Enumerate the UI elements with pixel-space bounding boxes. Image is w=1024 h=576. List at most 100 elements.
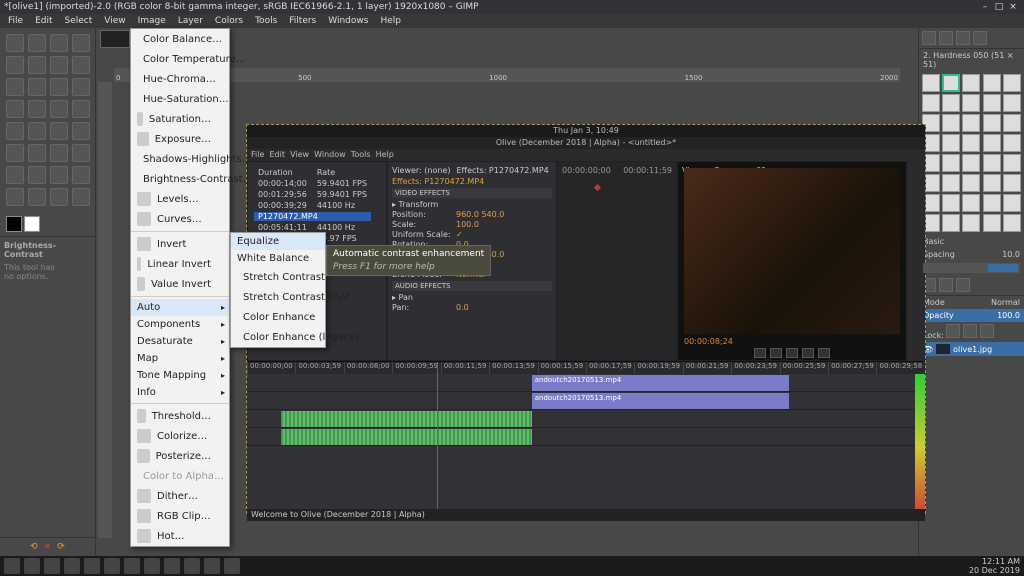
image-tab-thumb[interactable] [100, 30, 130, 48]
go-start-icon[interactable] [754, 348, 766, 358]
tool-color-picker[interactable] [28, 78, 46, 96]
menu-windows[interactable]: Windows [322, 16, 374, 26]
taskbar-app-icon[interactable] [104, 558, 120, 574]
tool-foreground[interactable] [72, 56, 90, 74]
patterns-tab-icon[interactable] [939, 31, 953, 45]
brush[interactable] [983, 114, 1001, 132]
menu-colors[interactable]: Colors [209, 16, 249, 26]
brush[interactable] [922, 74, 940, 92]
brush[interactable] [942, 194, 960, 212]
olive-timeline[interactable]: 00:00:00;0000:00:03;5900:00:08;0000:00:0… [247, 361, 925, 521]
menu-item-color-enhance[interactable]: Color Enhance [231, 307, 325, 327]
brush[interactable] [962, 94, 980, 112]
tool-text[interactable] [6, 144, 24, 162]
olive-menu-view[interactable]: View [290, 150, 309, 159]
tool-heal[interactable] [28, 188, 46, 206]
olive-menu-help[interactable]: Help [376, 150, 394, 159]
tool-eraser[interactable] [28, 166, 46, 184]
tool-scale[interactable] [50, 100, 68, 118]
brush[interactable] [962, 114, 980, 132]
brush[interactable] [983, 134, 1001, 152]
menu-item-exposure[interactable]: Exposure… [131, 129, 229, 149]
brush[interactable] [1003, 154, 1021, 172]
taskbar-app-icon[interactable] [64, 558, 80, 574]
menu-item-components[interactable]: Components▸ [131, 316, 229, 333]
app-menubar[interactable]: File Edit Select View Image Layer Colors… [0, 14, 1024, 28]
brush[interactable] [942, 134, 960, 152]
menu-item-shadows-highlights[interactable]: Shadows-Highlights… [131, 149, 229, 169]
olive-menu-tools[interactable]: Tools [351, 150, 371, 159]
menu-item-color-balance[interactable]: Color Balance… [131, 29, 229, 49]
taskbar-app-icon[interactable] [224, 558, 240, 574]
taskbar-app-icon[interactable] [44, 558, 60, 574]
brush[interactable] [962, 134, 980, 152]
brush[interactable] [1003, 214, 1021, 232]
tool-paths[interactable] [6, 78, 24, 96]
brush[interactable] [942, 94, 960, 112]
olive-menu-window[interactable]: Window [314, 150, 346, 159]
tool-rect-select[interactable] [28, 34, 46, 52]
tool-scissors[interactable] [50, 56, 68, 74]
audio-track-2[interactable] [247, 428, 925, 446]
menu-image[interactable]: Image [132, 16, 172, 26]
menu-item-dither[interactable]: Dither… [131, 486, 229, 506]
taskbar-app-icon[interactable] [144, 558, 160, 574]
taskbar-clock[interactable]: 12:11 AM 20 Dec 2019 [969, 557, 1020, 575]
lock-pixels-icon[interactable] [946, 324, 960, 338]
brush[interactable] [983, 154, 1001, 172]
menu-item-white-balance[interactable]: White Balance [231, 250, 325, 267]
transport-controls[interactable] [678, 348, 906, 358]
brush[interactable] [962, 174, 980, 192]
table-row[interactable]: 00:00:39;2944100 Hz [254, 201, 371, 210]
sequence-preview[interactable] [684, 168, 900, 334]
tool-shear[interactable] [72, 100, 90, 118]
fonts-tab-icon[interactable] [956, 31, 970, 45]
brush[interactable] [1003, 94, 1021, 112]
brush[interactable] [962, 74, 980, 92]
tool-warp[interactable] [72, 122, 90, 140]
tool-smudge[interactable] [50, 188, 68, 206]
effects-transform[interactable]: ▸ Transform [392, 200, 552, 209]
window-minimize[interactable]: – [978, 2, 992, 12]
menu-tools[interactable]: Tools [249, 16, 283, 26]
layer-row[interactable]: 👁 olive1.jpg [919, 342, 1024, 356]
brush[interactable] [942, 214, 960, 232]
tool-free-select[interactable] [72, 34, 90, 52]
menu-item-threshold[interactable]: Threshold… [131, 406, 229, 426]
menu-item-linear-invert[interactable]: Linear Invert [131, 254, 229, 274]
keyframe-icon[interactable] [594, 184, 601, 191]
menu-layer[interactable]: Layer [172, 16, 209, 26]
tool-clone[interactable] [6, 188, 24, 206]
brush[interactable] [962, 154, 980, 172]
menu-item-rgb-clip[interactable]: RGB Clip… [131, 506, 229, 526]
foreground-swatch[interactable] [6, 216, 22, 232]
brush[interactable] [942, 74, 960, 92]
start-menu-icon[interactable] [4, 558, 20, 574]
brush[interactable] [962, 194, 980, 212]
menu-item-hot[interactable]: Hot… [131, 526, 229, 546]
tool-cage[interactable] [50, 122, 68, 140]
tool-measure[interactable] [72, 78, 90, 96]
brush[interactable] [1003, 74, 1021, 92]
tool-gradient[interactable] [50, 144, 68, 162]
tool-paintbrush[interactable] [6, 166, 24, 184]
tool-perspective[interactable] [6, 122, 24, 140]
menu-item-auto[interactable]: Auto▸ [131, 299, 229, 316]
tool-ink[interactable] [72, 166, 90, 184]
prop-uniform-value[interactable]: ✓ [456, 230, 463, 239]
mode-value[interactable]: Normal [991, 298, 1020, 307]
brush[interactable] [983, 94, 1001, 112]
desktop-taskbar[interactable]: 12:11 AM 20 Dec 2019 [0, 556, 1024, 576]
tool-crop[interactable] [6, 100, 24, 118]
menu-item-color-temperature[interactable]: Color Temperature… [131, 49, 229, 69]
brush[interactable] [962, 214, 980, 232]
auto-submenu[interactable]: Equalize White Balance Stretch Contrast…… [230, 232, 326, 348]
brush[interactable] [983, 74, 1001, 92]
table-row[interactable]: 00:05:41;1144100 Hz [254, 223, 371, 232]
taskbar-app-icon[interactable] [184, 558, 200, 574]
menu-file[interactable]: File [2, 16, 29, 26]
menu-item-hue-chroma[interactable]: Hue-Chroma… [131, 69, 229, 89]
menu-item-stretch-contrast-hsv[interactable]: Stretch Contrast HSV [231, 287, 325, 307]
brush[interactable] [942, 114, 960, 132]
menu-item-saturation[interactable]: Saturation… [131, 109, 229, 129]
